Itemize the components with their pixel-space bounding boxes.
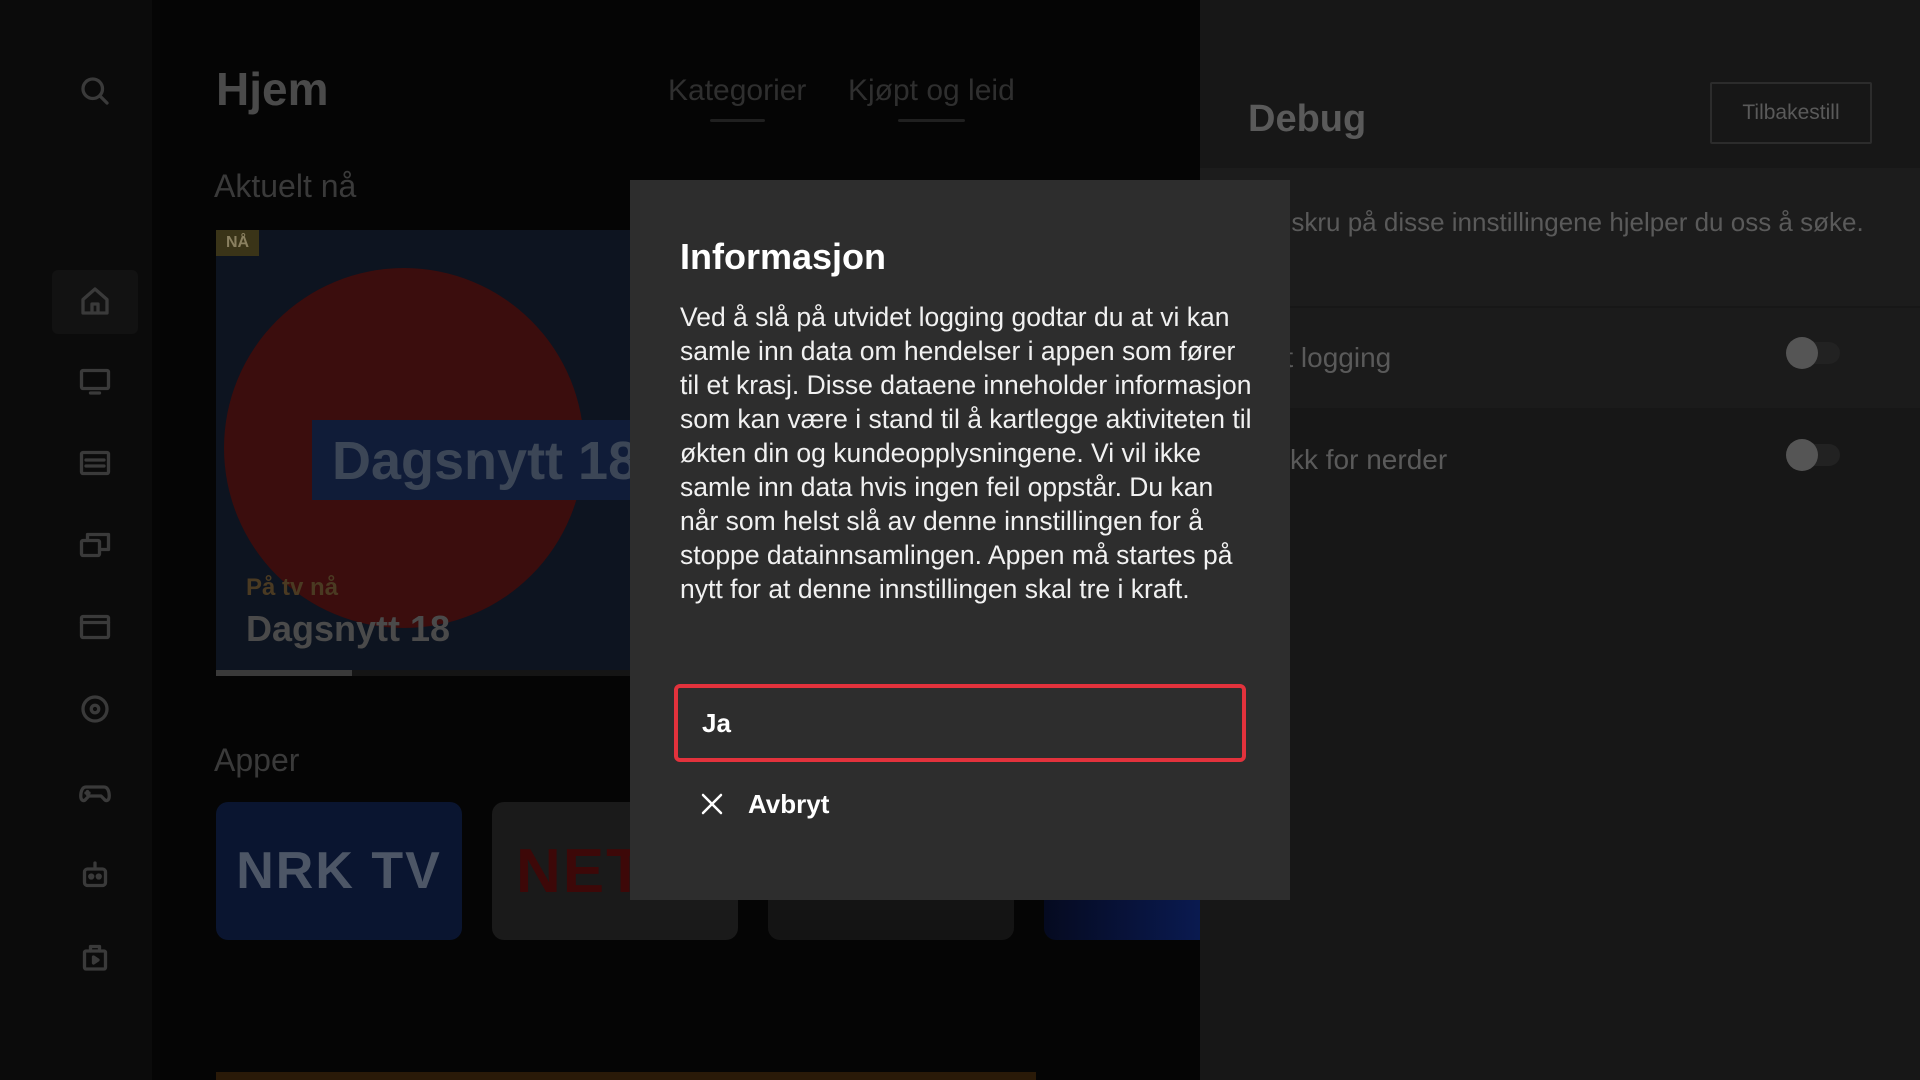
- extended-logging-toggle[interactable]: [1786, 337, 1840, 369]
- toggle-knob: [1786, 337, 1818, 369]
- movies-icon[interactable]: [72, 604, 118, 650]
- setting-row-nerd-stats[interactable]: tistikk for nerder: [1200, 410, 1920, 510]
- search-icon[interactable]: [72, 68, 118, 114]
- tv-icon[interactable]: [72, 358, 118, 404]
- tab-purchased[interactable]: Kjøpt og leid: [848, 74, 1015, 122]
- next-row-preview: [216, 1072, 1036, 1080]
- nerd-stats-toggle[interactable]: [1786, 439, 1840, 471]
- guide-icon[interactable]: [72, 440, 118, 486]
- section-title-now: Aktuelt nå: [214, 168, 357, 204]
- reset-button[interactable]: Tilbakestill: [1710, 82, 1872, 144]
- tab-label: Kategorier: [668, 74, 807, 107]
- tab-categories[interactable]: Kategorier: [668, 74, 807, 122]
- store-icon[interactable]: [72, 934, 118, 980]
- library-icon[interactable]: [72, 522, 118, 568]
- cancel-label: Avbryt: [748, 788, 830, 819]
- section-title-apps: Apper: [214, 742, 300, 778]
- setting-row-extended-logging[interactable]: idet logging: [1200, 308, 1920, 408]
- hero-subtitle: På tv nå: [246, 574, 339, 601]
- confirm-button[interactable]: Ja: [674, 684, 1246, 762]
- record-icon[interactable]: [72, 686, 118, 732]
- debug-title: Debug: [1248, 98, 1367, 140]
- hero-card[interactable]: Dagsnytt 18 NÅ På tv nå Dagsnytt 18: [216, 230, 656, 672]
- dialog-title: Informasjon: [680, 236, 887, 277]
- robot-icon[interactable]: [72, 852, 118, 898]
- home-icon[interactable]: [72, 278, 118, 324]
- program-logo: Dagsnytt 18: [312, 420, 656, 500]
- app-tile-nrk-tv[interactable]: NRK TV: [216, 802, 462, 940]
- page-title: Hjem: [216, 63, 329, 115]
- debug-panel: Debug Tilbakestill d å skru på disse inn…: [1200, 0, 1920, 1080]
- tab-label: Kjøpt og leid: [848, 74, 1015, 107]
- cancel-button[interactable]: Avbryt: [700, 784, 829, 824]
- information-dialog: Informasjon Ved å slå på utvidet logging…: [630, 180, 1290, 900]
- app-name: NRK TV: [236, 842, 442, 900]
- dialog-body: Ved å slå på utvidet logging godtar du a…: [680, 302, 1252, 604]
- gamepad-icon[interactable]: [72, 770, 118, 816]
- live-badge: NÅ: [216, 230, 260, 256]
- hero-progress-fill: [216, 670, 353, 676]
- toggle-knob: [1786, 439, 1818, 471]
- close-icon: [701, 793, 723, 815]
- program-logo-text: Dagsnytt 18: [332, 431, 639, 491]
- tab-underline: [709, 119, 765, 122]
- hero-title: Dagsnytt 18: [246, 608, 451, 649]
- hero-progress-bar: [216, 670, 656, 676]
- confirm-label: Ja: [702, 707, 731, 738]
- navigation-rail: [0, 0, 152, 1080]
- tab-underline: [898, 119, 965, 122]
- debug-description: d å skru på disse innstillingene hjelper…: [1248, 207, 1864, 237]
